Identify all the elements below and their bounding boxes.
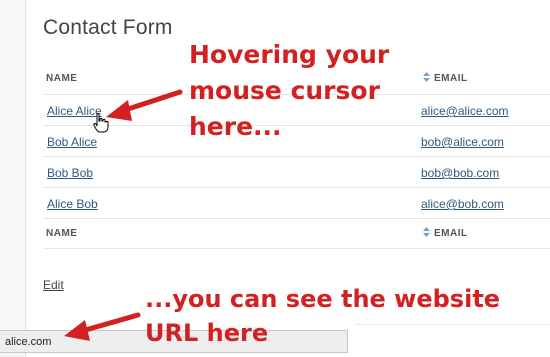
- annotation-line: Hovering your: [189, 40, 390, 69]
- annotation-line: here...: [189, 112, 282, 141]
- annotation-top: Hovering your mouse cursor here...: [189, 37, 389, 145]
- annotation-arrow-top: [106, 89, 183, 121]
- annotation-line: ...you can see the website: [145, 285, 501, 313]
- annotation-line: URL here: [145, 319, 269, 347]
- annotation-arrow-bottom: [64, 312, 141, 341]
- annotation-line: mouse cursor: [189, 76, 380, 105]
- hand-pointer-icon: [93, 112, 109, 133]
- annotation-bottom: ...you can see the website URL here: [145, 282, 500, 350]
